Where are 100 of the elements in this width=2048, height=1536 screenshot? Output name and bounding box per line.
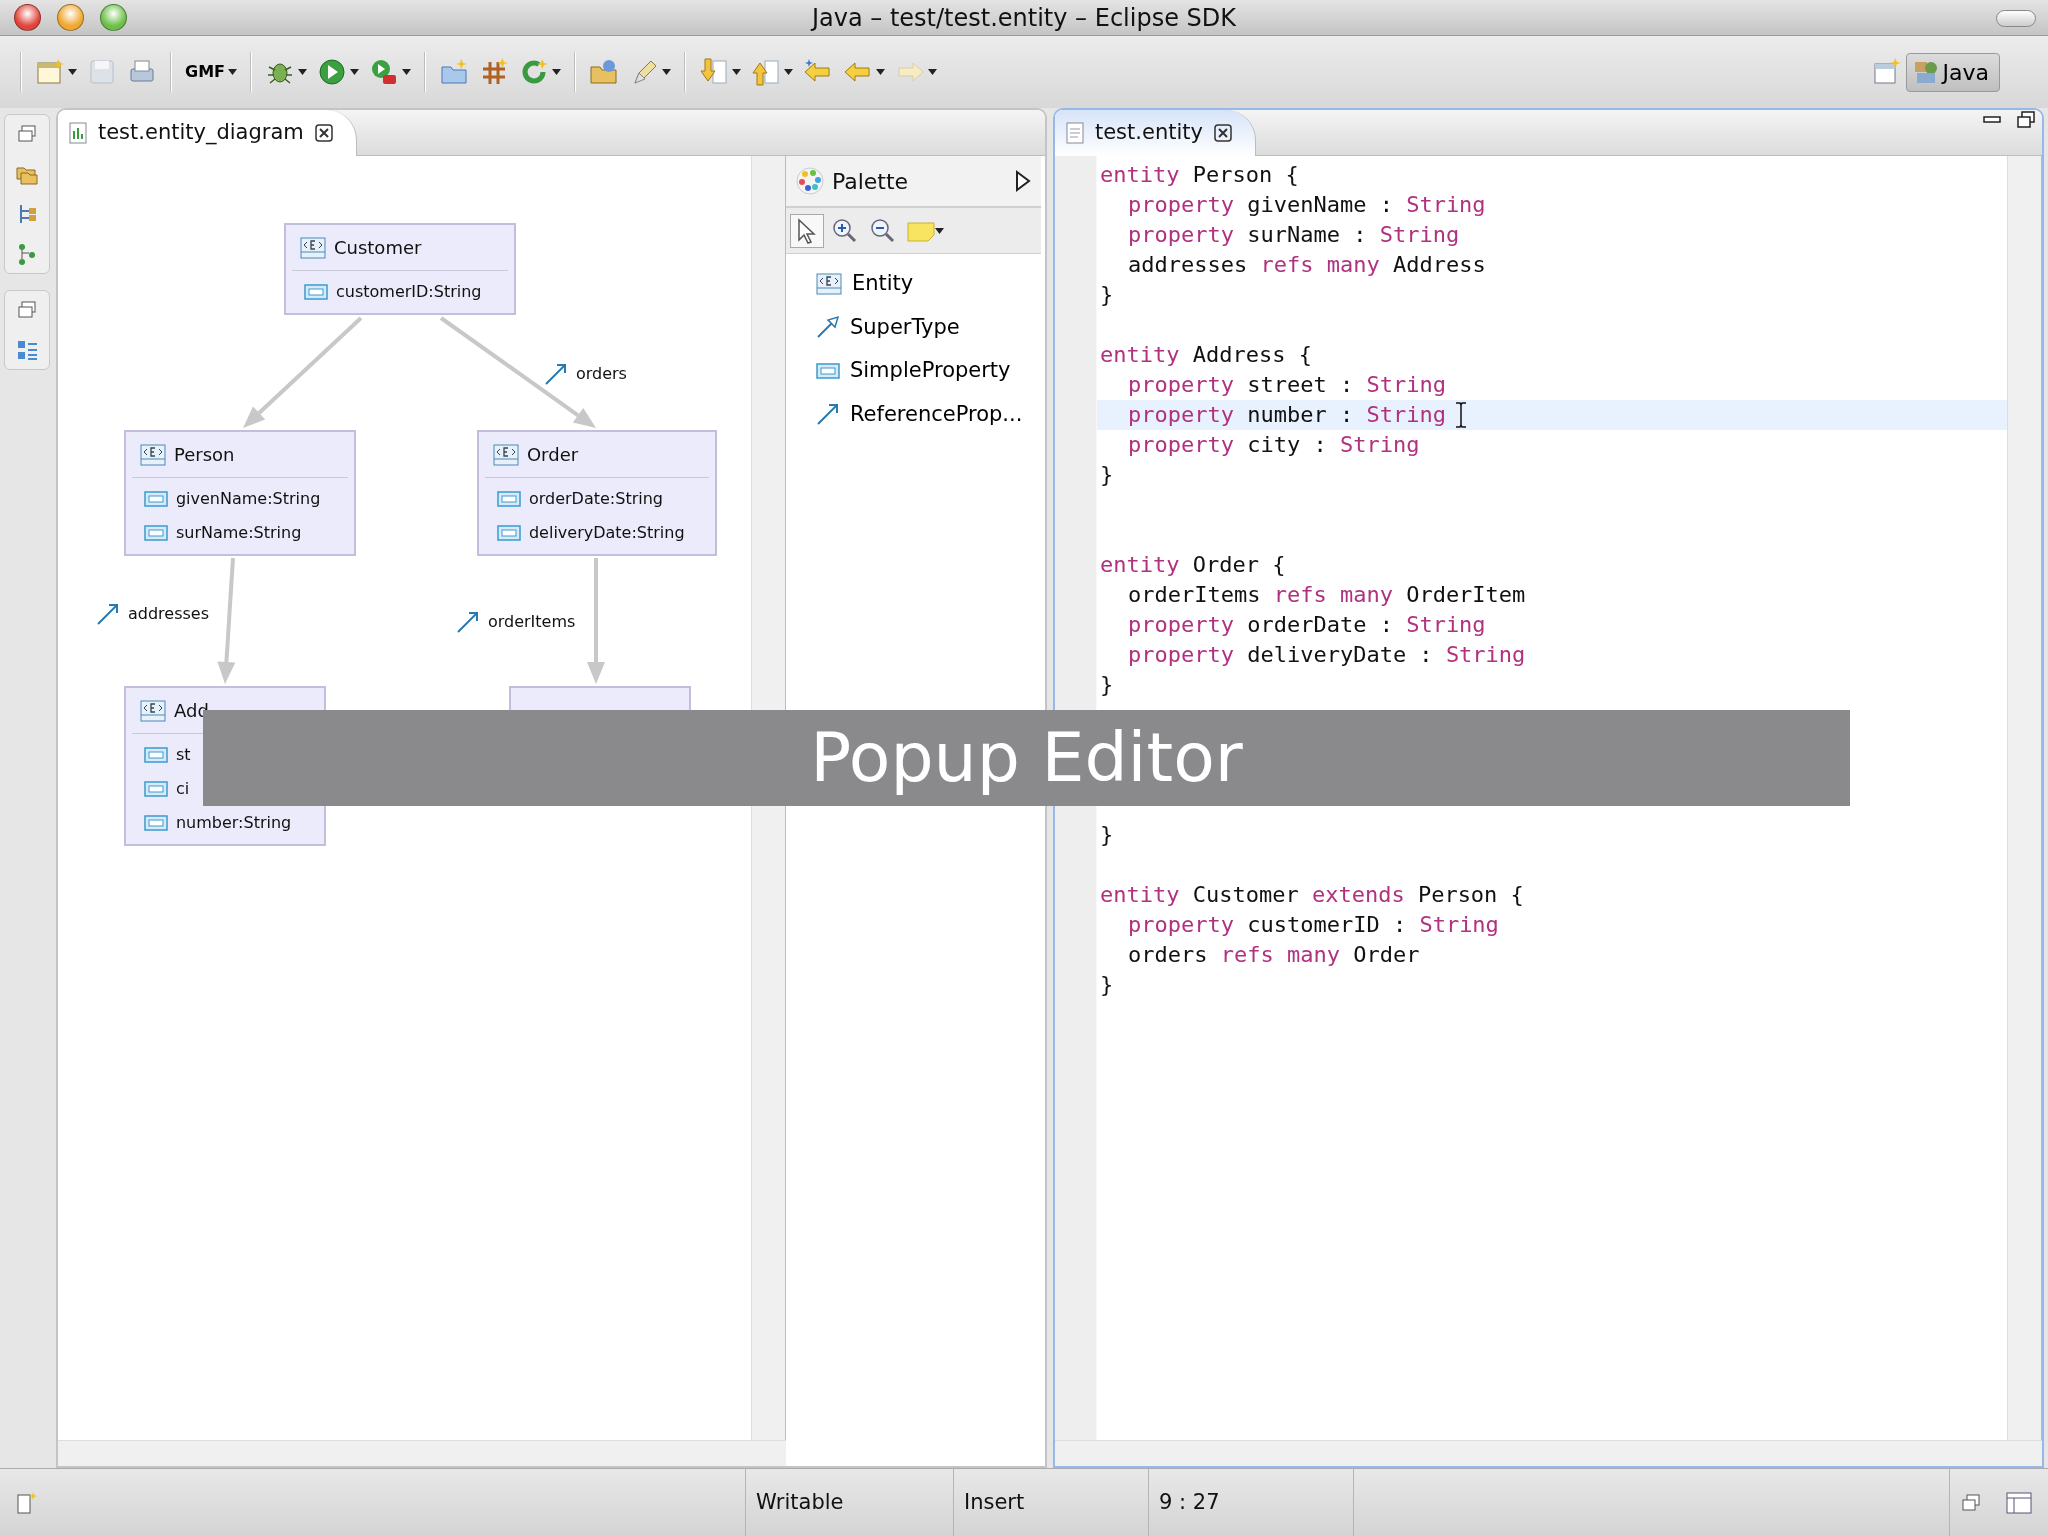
caret-icon[interactable] [662, 69, 671, 75]
perspective-button[interactable]: Java [1905, 52, 2000, 92]
window-title: Java – test/test.entity – Eclipse SDK [811, 2, 1237, 34]
code-line: property customerID : String [1126, 911, 1500, 939]
property-label: surName:String [175, 522, 302, 544]
pointer-tool[interactable] [789, 213, 824, 248]
zoom-in-icon [830, 216, 859, 245]
zoom-out-icon [868, 216, 897, 245]
code-line: entity Address { [1098, 341, 1313, 369]
reference-arrow-icon [455, 610, 480, 634]
next-annotation-icon [699, 57, 729, 87]
close-icon[interactable] [313, 123, 334, 143]
property-label: deliveryDate:String [528, 522, 685, 544]
caret-icon[interactable] [876, 69, 885, 75]
expand-triangle-icon[interactable] [1014, 170, 1031, 192]
entity-icon [139, 443, 166, 466]
code-line: orders refs many Order [1126, 941, 1421, 969]
code-line: property city : String [1126, 431, 1421, 459]
save-icon [87, 57, 117, 87]
play-icon [317, 57, 347, 87]
palette-entry[interactable]: SimpleProperty [785, 349, 1041, 393]
caret-icon[interactable] [402, 69, 411, 75]
java-perspective-icon [1912, 59, 1939, 85]
caret-icon[interactable] [732, 69, 741, 75]
code-line: } [1098, 821, 1115, 849]
edge-label: addresses [127, 603, 209, 625]
open-perspective-icon[interactable] [1871, 57, 1902, 87]
entity-name: Person [173, 443, 235, 467]
code-line: property street : String [1126, 371, 1447, 399]
caption-banner: Popup Editor [203, 710, 1850, 806]
hollow-arrow-icon [815, 315, 840, 340]
reference-arrow-icon [815, 402, 840, 427]
new-file-icon [35, 57, 65, 87]
property-label: number:String [175, 812, 292, 834]
edge-label: orderItems [487, 611, 576, 633]
caret-icon[interactable] [350, 69, 359, 75]
caret-icon[interactable] [928, 69, 937, 75]
code-line: orderItems refs many OrderItem [1126, 581, 1527, 609]
property-icon [303, 284, 328, 300]
palette-entry[interactable]: SuperType [785, 305, 1041, 349]
property-label: givenName:String [175, 488, 321, 510]
toolbar-toggle-button[interactable] [1996, 10, 2036, 27]
scrollbar[interactable] [2007, 156, 2042, 1440]
property-icon [815, 362, 840, 379]
edge-label: orders [575, 363, 627, 385]
new-folder-icon [439, 57, 469, 87]
status-text: Writable [756, 1488, 844, 1516]
restore-icon[interactable] [1960, 1491, 1982, 1514]
gmf-button[interactable]: GMF [182, 58, 240, 86]
fast-view-icon[interactable] [14, 1490, 38, 1515]
zoom-button[interactable] [100, 4, 127, 31]
outline-icon[interactable] [15, 339, 38, 361]
property-label: ci [175, 778, 190, 800]
property-label: st [175, 744, 191, 766]
palette-entry[interactable]: Entity [785, 262, 1041, 306]
diagram-file-icon [67, 121, 88, 145]
caret-icon[interactable] [784, 69, 793, 75]
reference-arrow-icon [95, 602, 120, 626]
minimize-button[interactable] [57, 4, 84, 31]
caret-icon[interactable] [68, 69, 77, 75]
entity-icon [492, 443, 519, 466]
palette-icon [795, 167, 824, 195]
restore-icon[interactable] [15, 299, 38, 321]
code-line: property deliveryDate : String [1126, 641, 1527, 669]
property-icon [143, 525, 168, 541]
close-button[interactable] [14, 4, 41, 31]
code-line: } [1098, 281, 1115, 309]
property-icon [143, 815, 168, 831]
reference-arrow-icon [543, 362, 568, 386]
code-line: } [1098, 671, 1115, 699]
entity-icon [299, 236, 326, 259]
caret-icon[interactable] [298, 69, 307, 75]
code-line: } [1098, 461, 1115, 489]
property-icon [143, 747, 168, 763]
caret-icon[interactable] [934, 227, 944, 234]
restore-icon[interactable] [15, 123, 38, 145]
code-line: entity Order { [1098, 551, 1287, 579]
property-icon [496, 491, 521, 507]
property-label: customerID:String [335, 281, 482, 303]
panel-icon[interactable] [2006, 1491, 2032, 1514]
previous-annotation-icon [751, 57, 781, 87]
editor-tab[interactable]: test.entity [1054, 110, 1256, 156]
scrollbar[interactable] [1054, 1440, 2042, 1466]
code-line: addresses refs many Address [1126, 251, 1487, 279]
entity-icon [815, 272, 842, 295]
status-text: 9 : 27 [1159, 1488, 1220, 1516]
maximize-icon[interactable] [2016, 110, 2036, 130]
palette-entry[interactable]: ReferenceProp... [785, 392, 1041, 436]
property-icon [143, 491, 168, 507]
property-label: orderDate:String [528, 488, 663, 510]
caret-icon[interactable] [552, 69, 561, 75]
code-line: entity Customer extends Person { [1098, 881, 1525, 909]
close-icon[interactable] [1212, 123, 1233, 143]
caret-icon[interactable] [228, 69, 237, 75]
code-line: property orderDate : String [1126, 611, 1487, 639]
editor-tab[interactable]: test.entity_diagram [57, 110, 357, 156]
code-line: property givenName : String [1126, 191, 1487, 219]
run-tool-icon [369, 57, 399, 87]
text-file-icon [1064, 121, 1085, 145]
scrollbar[interactable] [57, 1440, 786, 1466]
